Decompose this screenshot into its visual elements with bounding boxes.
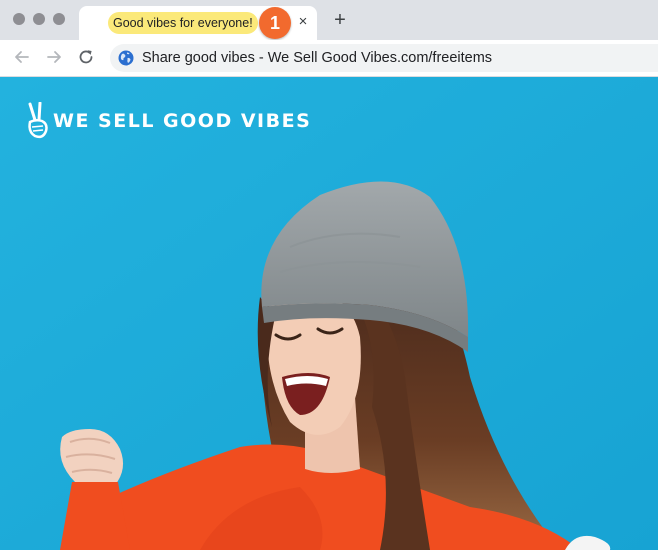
arrow-left-icon — [15, 51, 29, 63]
back-button[interactable] — [11, 46, 33, 68]
globe-icon — [118, 50, 134, 66]
tab-strip: Good vibes for everyone! 1 × + — [0, 0, 658, 40]
tab-title: Good vibes for everyone! — [108, 12, 258, 34]
brand-name: WE SELL GOOD VIBES — [53, 110, 312, 132]
tab-close-icon[interactable]: × — [294, 13, 312, 31]
active-tab[interactable]: Good vibes for everyone! 1 × — [79, 6, 317, 40]
reload-icon — [79, 50, 93, 64]
peace-hand-icon — [28, 102, 48, 139]
step-badge: 1 — [259, 7, 291, 39]
window-minimize-button[interactable] — [33, 13, 45, 25]
arrow-right-icon — [47, 51, 61, 63]
reload-button[interactable] — [75, 46, 97, 68]
web-page: WE SELL GOOD VIBES — [0, 77, 658, 550]
hero-image — [0, 77, 658, 550]
browser-toolbar: Share good vibes - We Sell Good Vibes.co… — [0, 40, 658, 77]
window-close-button[interactable] — [13, 13, 25, 25]
new-tab-button[interactable]: + — [330, 10, 350, 30]
forward-button[interactable] — [43, 46, 65, 68]
address-bar[interactable]: Share good vibes - We Sell Good Vibes.co… — [110, 44, 658, 72]
url-text: Share good vibes - We Sell Good Vibes.co… — [142, 50, 493, 66]
window-zoom-button[interactable] — [53, 13, 65, 25]
